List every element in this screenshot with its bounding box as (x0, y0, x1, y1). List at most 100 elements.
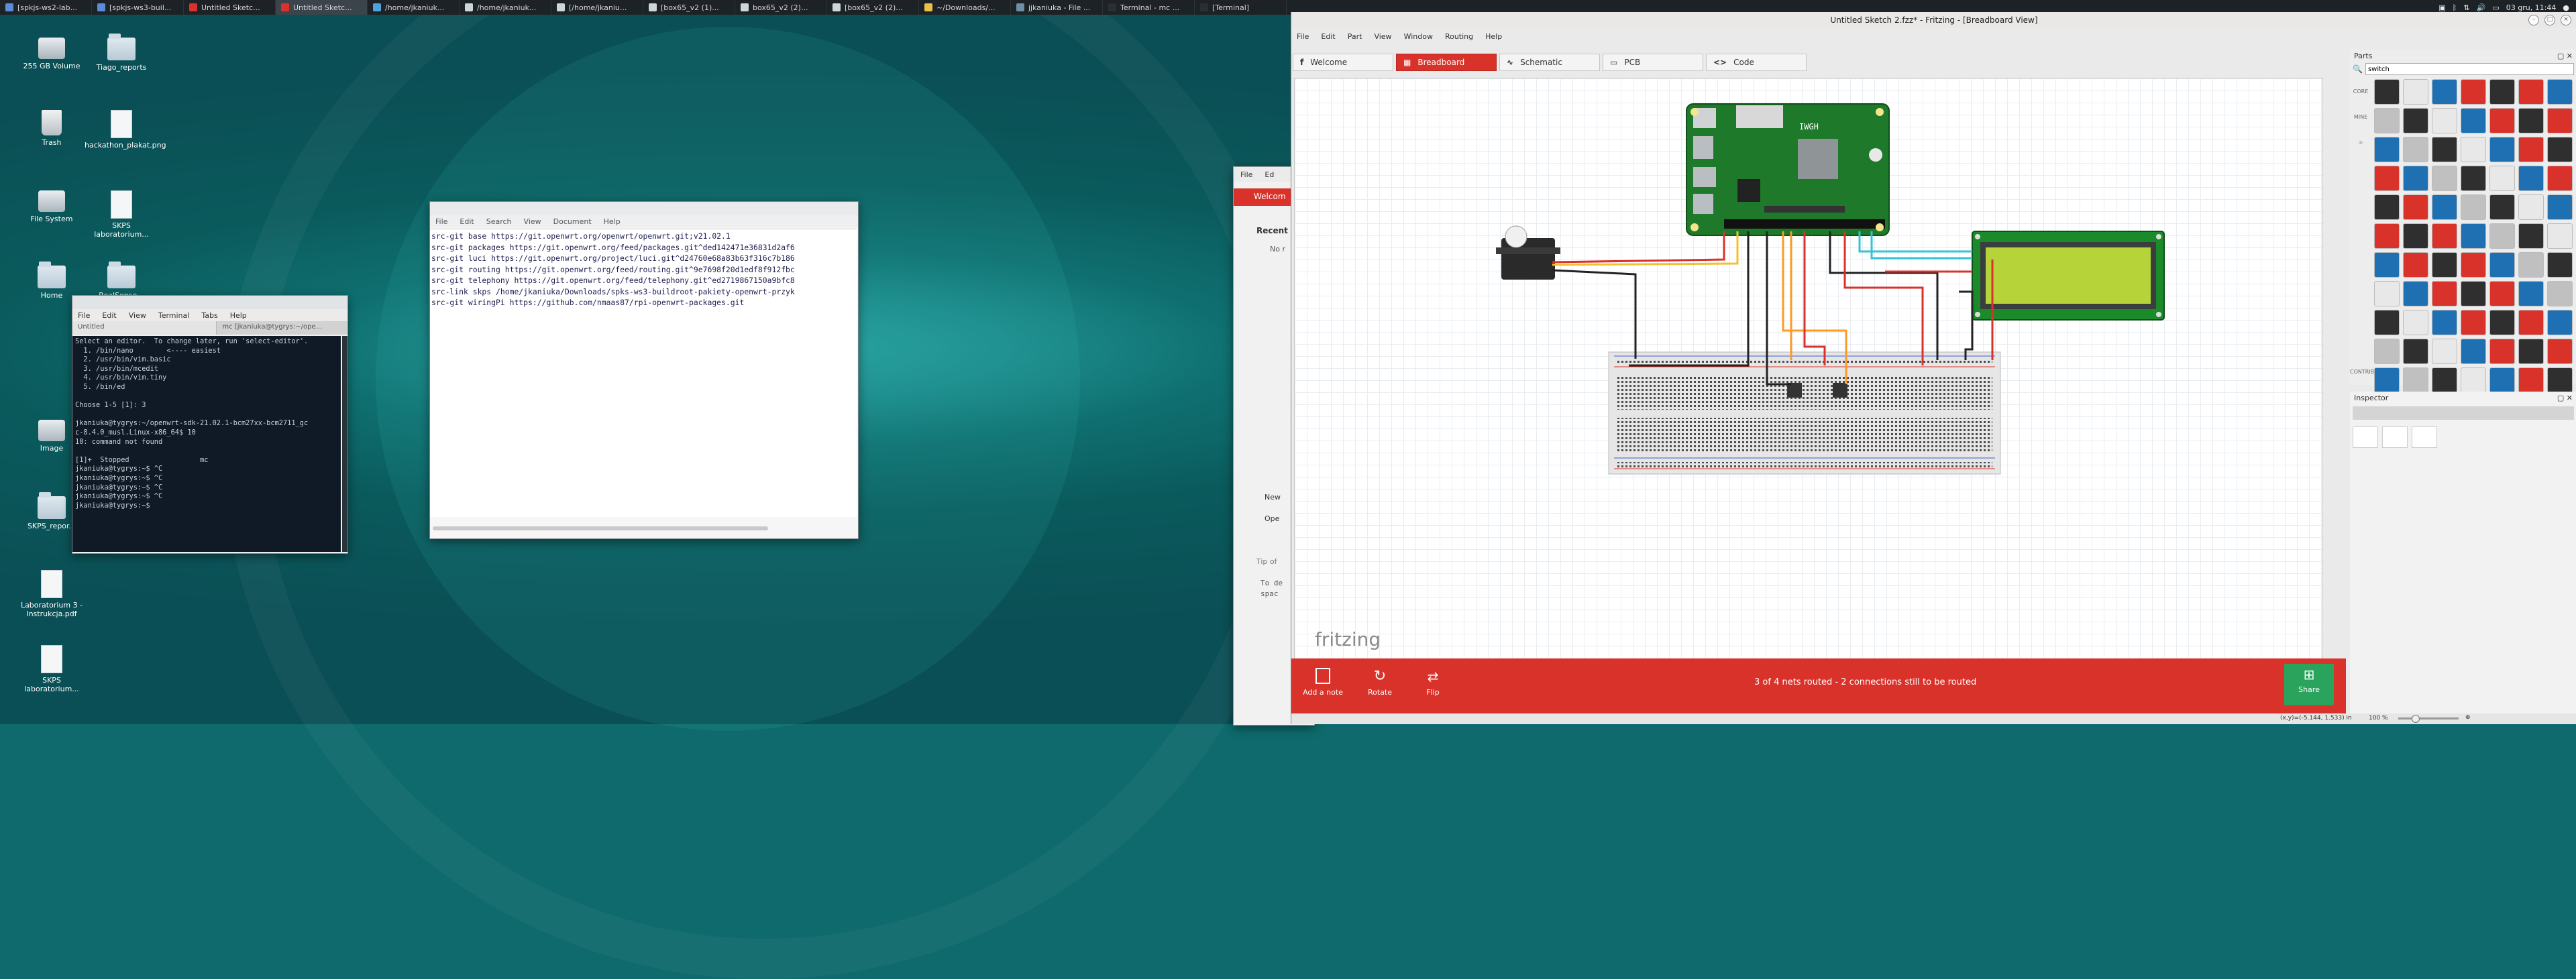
parts-category[interactable] (2350, 156, 2371, 181)
parts-search-input[interactable] (2365, 63, 2574, 75)
part-item[interactable] (2518, 79, 2544, 105)
part-item[interactable] (2374, 166, 2400, 191)
part-item[interactable] (2374, 223, 2400, 249)
taskbar-task[interactable]: [spkjs-ws3-buil... (92, 0, 184, 15)
part-item[interactable] (2461, 108, 2486, 133)
part-item[interactable] (2432, 339, 2457, 364)
fritzing-menu-item[interactable]: File (1297, 32, 1309, 41)
part-item[interactable] (2518, 252, 2544, 278)
part-item[interactable] (2374, 79, 2400, 105)
part-item[interactable] (2489, 166, 2515, 191)
part-item[interactable] (2461, 281, 2486, 306)
partial-menu-file[interactable]: File (1240, 170, 1252, 179)
tab-schematic[interactable]: ∿ Schematic (1499, 54, 1600, 71)
terminal-menu-item[interactable]: Help (230, 311, 247, 320)
editor-menu-item[interactable]: File (435, 217, 447, 226)
raspberry-pi-board[interactable]: IWGH (1686, 103, 1890, 236)
parts-category[interactable] (2350, 232, 2371, 257)
tab-code[interactable]: <> Code (1706, 54, 1807, 71)
terminal-menu-item[interactable]: Edit (102, 311, 116, 320)
part-item[interactable] (2489, 252, 2515, 278)
part-item[interactable] (2518, 367, 2544, 393)
battery-icon[interactable]: ▭ (2492, 3, 2499, 12)
part-item[interactable] (2403, 137, 2428, 162)
parts-category[interactable] (2350, 283, 2371, 308)
parts-category[interactable] (2350, 334, 2371, 359)
breadboard-canvas[interactable]: IWGH fritzing (1294, 78, 2323, 663)
servo-motor[interactable] (1496, 225, 1560, 280)
maximize-button[interactable]: □ (2544, 15, 2555, 25)
part-item[interactable] (2547, 137, 2573, 162)
flip-button[interactable]: ⇄ Flip (1416, 668, 1450, 697)
parts-category[interactable] (2350, 181, 2371, 207)
push-button-2[interactable] (1833, 383, 1847, 398)
taskbar-task[interactable]: [spkjs-ws2-lab... (0, 0, 92, 15)
part-item[interactable] (2489, 367, 2515, 393)
taskbar-task[interactable]: /home/jkaniuk... (368, 0, 460, 15)
display-icon[interactable]: ▣ (2438, 3, 2445, 12)
part-item[interactable] (2518, 194, 2544, 220)
close-button[interactable]: × (2561, 15, 2571, 25)
editor-menu-item[interactable]: Search (486, 217, 512, 226)
part-item[interactable] (2518, 166, 2544, 191)
part-item[interactable] (2461, 166, 2486, 191)
editor-menu-item[interactable]: Edit (460, 217, 474, 226)
editor-text[interactable]: src-git base https://git.openwrt.org/ope… (430, 229, 857, 517)
terminal-titlebar[interactable] (72, 296, 347, 309)
taskbar-task[interactable]: Untitled Sketc... (184, 0, 276, 15)
editor-menu-item[interactable]: Document (553, 217, 592, 226)
fritzing-menu-item[interactable]: Help (1485, 32, 1502, 41)
part-item[interactable] (2374, 339, 2400, 364)
taskbar-task[interactable]: /home/jkaniuk... (460, 0, 551, 15)
terminal-tab-2[interactable]: mc [jkaniuka@tygrys:~/ope... (217, 321, 347, 335)
panel-float-icon[interactable]: ▢ ✕ (2557, 52, 2573, 60)
part-item[interactable] (2432, 137, 2457, 162)
terminal-menu-item[interactable]: View (129, 311, 146, 320)
part-item[interactable] (2461, 252, 2486, 278)
part-item[interactable] (2518, 310, 2544, 335)
taskbar-task[interactable]: ~/Downloads/... (919, 0, 1011, 15)
part-item[interactable] (2403, 166, 2428, 191)
part-item[interactable] (2432, 367, 2457, 393)
terminal-menu-item[interactable]: Terminal (158, 311, 190, 320)
partial-menu-edit[interactable]: Ed (1265, 170, 1274, 179)
tab-pcb[interactable]: ▭ PCB (1603, 54, 1703, 71)
terminal-scrollbar[interactable] (342, 336, 347, 552)
part-item[interactable] (2374, 367, 2400, 393)
part-item[interactable] (2518, 223, 2544, 249)
part-item[interactable] (2374, 137, 2400, 162)
part-item[interactable] (2547, 194, 2573, 220)
part-item[interactable] (2461, 79, 2486, 105)
part-item[interactable] (2518, 281, 2544, 306)
part-item[interactable] (2432, 310, 2457, 335)
part-item[interactable] (2518, 137, 2544, 162)
desktop-icon[interactable]: 255 GB Volume (15, 38, 89, 70)
part-item[interactable] (2518, 108, 2544, 133)
part-item[interactable] (2403, 223, 2428, 249)
editor-titlebar[interactable] (430, 202, 858, 215)
parts-category[interactable]: ∞ (2350, 130, 2371, 156)
part-item[interactable] (2432, 79, 2457, 105)
fritzing-menu-item[interactable]: View (1374, 32, 1391, 41)
part-item[interactable] (2403, 281, 2428, 306)
rotate-button[interactable]: ↻ Rotate (1360, 668, 1400, 697)
part-item[interactable] (2374, 281, 2400, 306)
parts-category[interactable]: CORE (2350, 79, 2371, 105)
part-item[interactable] (2547, 281, 2573, 306)
desktop-icon[interactable]: Trash (15, 110, 89, 147)
panel-float-icon[interactable]: ▢ ✕ (2557, 394, 2573, 402)
part-item[interactable] (2547, 252, 2573, 278)
zoom-slider-handle[interactable] (2412, 715, 2420, 723)
part-item[interactable] (2489, 281, 2515, 306)
part-item[interactable] (2489, 194, 2515, 220)
network-icon[interactable]: ⇅ (2463, 3, 2469, 12)
part-item[interactable] (2403, 310, 2428, 335)
open-sketch-link[interactable]: Ope (1265, 514, 1279, 523)
taskbar-task[interactable]: [box65_v2 (2)... (827, 0, 919, 15)
terminal-menu-item[interactable]: Tabs (201, 311, 217, 320)
part-item[interactable] (2461, 194, 2486, 220)
part-item[interactable] (2374, 310, 2400, 335)
share-button[interactable]: ⊞ Share (2284, 664, 2334, 705)
editor-menu-item[interactable]: View (524, 217, 541, 226)
desktop-icon[interactable]: File System (15, 190, 89, 223)
